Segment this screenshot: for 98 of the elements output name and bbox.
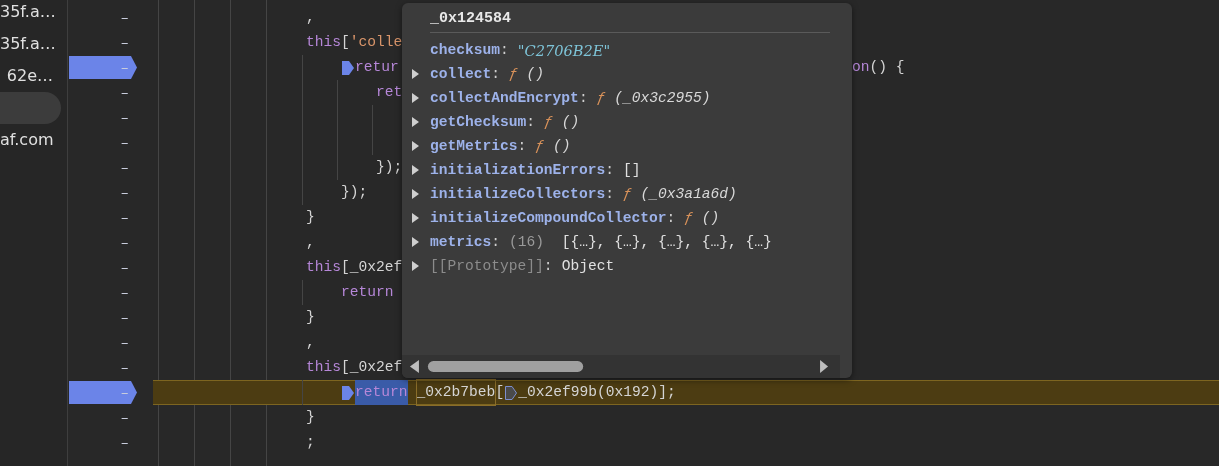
code-text: });	[341, 183, 368, 202]
line-number: –	[120, 284, 129, 301]
code-text: [_0x2ef	[341, 358, 403, 377]
line-number: –	[120, 184, 129, 201]
line-number: –	[120, 9, 129, 26]
code-keyword: return	[355, 380, 408, 405]
code-text: }	[306, 208, 315, 227]
code-keyword: this	[306, 33, 342, 52]
line-number: –	[120, 409, 129, 426]
array-preview: [{…}, {…}, {…}, {…}, {…}	[560, 234, 772, 250]
code-text: ,	[306, 233, 315, 252]
file-item[interactable]: 35f.a…	[0, 0, 67, 28]
expand-icon[interactable]	[412, 165, 420, 175]
property-value: []	[622, 162, 641, 178]
code-keyword: ret	[376, 83, 403, 102]
property-key: getChecksum	[430, 114, 527, 130]
property-key: initializeCollectors	[430, 186, 606, 202]
expand-icon[interactable]	[412, 261, 420, 271]
expand-icon[interactable]	[412, 93, 420, 103]
code-text: ,	[306, 8, 315, 27]
line-number: –	[120, 359, 129, 376]
code-text: });	[376, 158, 403, 177]
code-text: [	[495, 383, 505, 402]
function-params: ()	[700, 210, 720, 226]
code-text: _0x2ef99b(0x192)];	[518, 383, 676, 402]
line-number: –	[120, 159, 129, 176]
breakpoint-marker[interactable]	[69, 56, 138, 79]
function-icon: ƒ	[684, 210, 693, 226]
expand-icon[interactable]	[412, 237, 420, 247]
code-text: }	[306, 308, 315, 327]
property-value: Object	[561, 258, 615, 274]
line-number: –	[120, 209, 129, 226]
expand-icon[interactable]	[412, 69, 420, 79]
code-identifier: _0x2b7beb	[416, 380, 496, 405]
colon: :	[605, 162, 614, 178]
function-params: ()	[560, 114, 580, 130]
inline-breakpoint-icon[interactable]	[504, 384, 519, 401]
code-keyword: this	[306, 258, 342, 277]
function-params: (_0x3a1a6d)	[639, 186, 737, 202]
property-key: collect	[430, 66, 492, 82]
line-number: –	[120, 334, 129, 351]
colon: :	[543, 258, 553, 274]
function-params: ()	[551, 138, 571, 154]
line-number: –	[120, 59, 129, 76]
code-keyword: retur	[355, 58, 399, 77]
expand-icon[interactable]	[412, 117, 420, 127]
line-number: –	[120, 234, 129, 251]
property-key: getMetrics	[430, 138, 518, 154]
code-keyword: this	[306, 358, 342, 377]
function-icon: ƒ	[509, 66, 518, 82]
code-text: ;	[306, 433, 315, 452]
code-text: [_0x2ef	[341, 258, 403, 277]
colon: :	[491, 234, 501, 250]
property-key: initializationErrors	[430, 162, 606, 178]
colon: :	[605, 186, 614, 202]
property-key: checksum	[430, 42, 501, 58]
breakpoint-marker[interactable]	[69, 381, 138, 404]
function-icon: ƒ	[622, 186, 632, 202]
function-icon: ƒ	[535, 138, 545, 154]
line-number: –	[120, 134, 129, 151]
line-number: –	[120, 259, 129, 276]
function-params: ()	[525, 66, 545, 82]
file-item[interactable]: af.com	[0, 124, 67, 156]
colon: :	[666, 210, 676, 226]
colon: :	[500, 42, 509, 58]
colon: :	[526, 114, 536, 130]
file-item[interactable]: 62e…	[0, 60, 67, 92]
line-number: –	[120, 434, 129, 451]
inline-breakpoint-icon[interactable]	[341, 59, 355, 76]
property-key: metrics	[430, 234, 492, 250]
code-text: }	[306, 408, 315, 427]
colon: :	[517, 138, 527, 154]
code-text: () {	[869, 59, 905, 75]
code-keyword: return	[341, 283, 394, 302]
string-value: "C2706B2E"	[517, 41, 611, 59]
function-icon: ƒ	[544, 114, 553, 130]
popover-title: _0x124584	[430, 3, 830, 33]
property-key: collectAndEncrypt	[430, 90, 579, 106]
property-key: [[Prototype]]	[430, 258, 544, 274]
property-key: initializeCompoundCollector	[430, 210, 667, 226]
function-params: (_0x3c2955)	[613, 90, 711, 106]
line-number: –	[120, 309, 129, 326]
line-number: –	[120, 109, 129, 126]
expand-icon[interactable]	[412, 189, 420, 199]
file-item[interactable]: 35f.a…	[0, 28, 67, 60]
function-icon: ƒ	[596, 90, 606, 106]
expand-icon[interactable]	[412, 141, 420, 151]
colon: :	[491, 66, 501, 82]
code-text: ,	[306, 333, 315, 352]
code-keyword: on	[852, 59, 870, 75]
code-string: 'colle	[349, 33, 403, 52]
expand-icon[interactable]	[412, 213, 420, 223]
line-number: –	[120, 84, 129, 101]
colon: :	[578, 90, 588, 106]
line-number: –	[120, 384, 129, 401]
line-number: –	[120, 34, 129, 51]
array-count: (16)	[509, 234, 545, 250]
code-text: [	[341, 33, 350, 52]
